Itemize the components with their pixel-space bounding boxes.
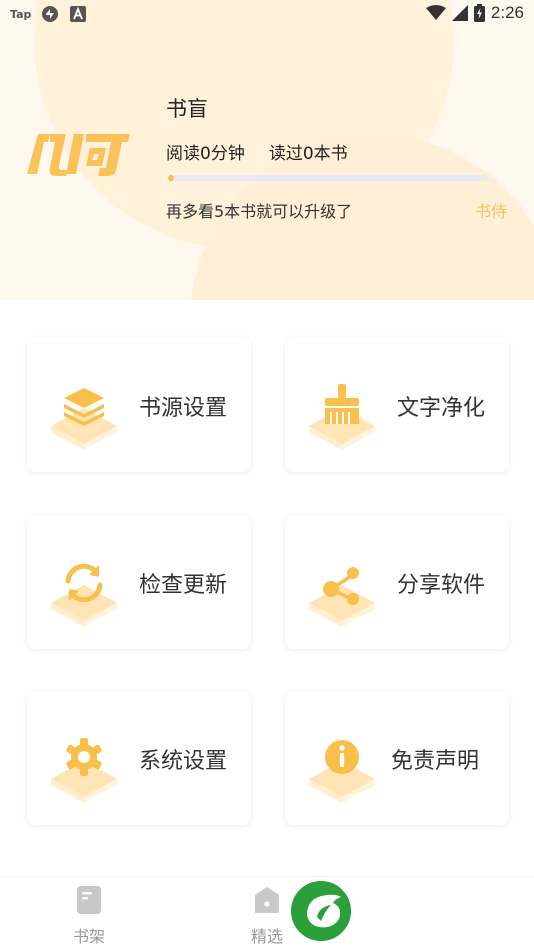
nav-item-bookshelf[interactable]: 书架 <box>39 877 139 950</box>
profile-header: Tap 2:26 书盲 阅读0分钟 读过0本书 再多看5本书就可以升级了 书侍 <box>0 0 534 300</box>
menu-card-label: 分享软件 <box>397 573 486 598</box>
broom-icon <box>309 384 375 450</box>
menu-card-label: 书源设置 <box>139 396 228 421</box>
books-read: 读过0本书 <box>268 144 348 164</box>
menu-card-label: 检查更新 <box>139 573 228 598</box>
menu-card-book-source[interactable]: 书源设置 <box>27 338 251 472</box>
menu-card-system-settings[interactable]: 系统设置 <box>27 691 251 825</box>
menu-card-label: 免责声明 <box>391 749 480 774</box>
gear-icon <box>51 738 117 803</box>
refresh-icon <box>51 563 117 627</box>
status-bar: Tap 2:26 <box>0 0 534 28</box>
home-icon <box>255 887 279 913</box>
menu-card-label: 文字净化 <box>397 396 486 421</box>
layers-icon <box>51 388 117 450</box>
sync-icon <box>42 6 59 22</box>
share-icon <box>309 567 375 627</box>
signal-icon <box>451 5 468 21</box>
read-time: 阅读0分钟 <box>166 144 245 164</box>
level-name: 书侍 <box>474 202 507 221</box>
reading-stats: 阅读0分钟 读过0本书 <box>166 139 348 164</box>
menu-card-label: 系统设置 <box>139 749 228 774</box>
battery-icon <box>473 4 485 22</box>
font-a-icon <box>70 6 87 22</box>
status-time: 2:26 <box>490 3 524 22</box>
menu-card-disclaimer[interactable]: 免责声明 <box>285 691 509 825</box>
menu-card-text-purify[interactable]: 文字净化 <box>285 338 509 472</box>
level-progress-bar <box>168 175 488 181</box>
bookshelf-icon <box>77 886 101 914</box>
nav-label: 书架 <box>72 927 105 946</box>
info-icon <box>309 740 375 803</box>
wifi-icon <box>425 5 446 20</box>
menu-card-share-app[interactable]: 分享软件 <box>285 515 509 649</box>
username: 书盲 <box>166 97 208 121</box>
app-logo <box>27 134 130 176</box>
status-app-label: Tap <box>10 7 32 21</box>
bottom-nav: 书架 精选 <box>0 876 534 950</box>
menu-card-check-update[interactable]: 检查更新 <box>27 515 251 649</box>
upgrade-hint: 再多看5本书就可以升级了 <box>166 202 353 221</box>
floating-leaf-button[interactable] <box>291 881 351 941</box>
level-progress-fill <box>168 175 174 181</box>
